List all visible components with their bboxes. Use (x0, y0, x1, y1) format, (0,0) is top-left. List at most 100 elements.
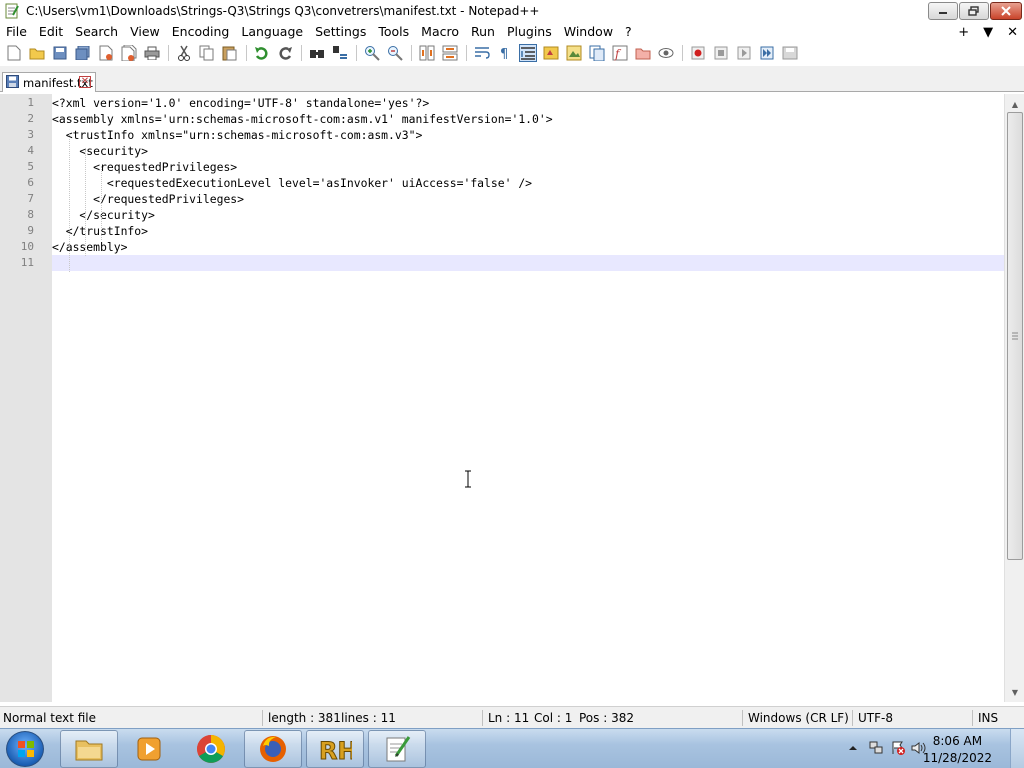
maximize-button[interactable] (959, 2, 989, 20)
network-icon[interactable] (868, 740, 884, 759)
function-list-icon[interactable]: f (611, 44, 629, 62)
line-number: 10 (20, 240, 34, 253)
record-macro-icon[interactable] (689, 44, 707, 62)
media-player-icon[interactable] (120, 730, 178, 768)
toolbar-separator (356, 45, 357, 61)
status-encoding[interactable]: UTF-8 (858, 711, 893, 725)
line-number: 1 (27, 96, 34, 109)
tab-list-button[interactable]: ▼ (983, 25, 993, 40)
run-macro-multiple-icon[interactable] (758, 44, 776, 62)
word-wrap-icon[interactable] (473, 44, 491, 62)
show-all-characters-icon[interactable]: ¶ (496, 44, 514, 62)
save-macro-icon[interactable] (781, 44, 799, 62)
status-divider (742, 710, 743, 726)
menu-bar: File Edit Search View Encoding Language … (0, 22, 1024, 42)
clock[interactable]: 8:06 AM 11/28/2022 (923, 733, 992, 767)
menu-macro[interactable]: Macro (415, 22, 465, 42)
zoom-out-icon[interactable] (386, 44, 404, 62)
editor[interactable]: 1 2 3 4 5 6 7 8 9 10 11 <?xml version='1… (0, 94, 1024, 702)
menu-edit[interactable]: Edit (33, 22, 69, 42)
save-icon (6, 74, 19, 91)
rh-app-icon[interactable]: RH (306, 730, 364, 768)
scrollbar-thumb[interactable] (1007, 112, 1023, 560)
menu-window[interactable]: Window (558, 22, 619, 42)
toolbar-separator (246, 45, 247, 61)
print-icon[interactable] (143, 44, 161, 62)
code-line: <requestedExecutionLevel level='asInvoke… (52, 176, 533, 190)
copy-icon[interactable] (198, 44, 216, 62)
cut-icon[interactable] (175, 44, 193, 62)
new-tab-button[interactable]: + (958, 25, 969, 40)
status-lines: lines : 11 (341, 711, 396, 725)
sync-vertical-icon[interactable] (418, 44, 436, 62)
menu-encoding[interactable]: Encoding (166, 22, 236, 42)
redo-icon[interactable] (276, 44, 294, 62)
indent-guide-icon[interactable] (519, 44, 537, 62)
current-line-highlight (52, 255, 1004, 271)
toolbar: ¶ f (0, 42, 1024, 64)
show-hidden-icons-icon[interactable] (848, 742, 858, 756)
notepad-plus-plus-icon[interactable] (368, 730, 426, 768)
open-file-icon[interactable] (28, 44, 46, 62)
code-line: <requestedPrivileges> (52, 160, 238, 174)
tab-manifest-txt[interactable]: manifest.txt ✕ (2, 72, 96, 92)
status-divider (262, 710, 263, 726)
firefox-icon[interactable] (244, 730, 302, 768)
taskbar: RH 8:06 AM 11/28/2022 (0, 728, 1024, 768)
document-list-icon[interactable] (588, 44, 606, 62)
window-title: C:\Users\vm1\Downloads\Strings-Q3\String… (26, 4, 540, 18)
status-line-number: Ln : 11 (488, 711, 530, 725)
menu-settings[interactable]: Settings (309, 22, 372, 42)
file-explorer-icon[interactable] (60, 730, 118, 768)
close-window-button[interactable] (990, 2, 1022, 20)
code-line: <assembly xmlns='urn:schemas-microsoft-c… (52, 112, 553, 126)
action-center-icon[interactable] (890, 740, 906, 759)
close-all-icon[interactable] (120, 44, 138, 62)
menu-language[interactable]: Language (235, 22, 309, 42)
menu-view[interactable]: View (124, 22, 166, 42)
play-macro-icon[interactable] (735, 44, 753, 62)
chrome-icon[interactable] (182, 730, 240, 768)
save-icon[interactable] (51, 44, 69, 62)
new-file-icon[interactable] (5, 44, 23, 62)
notepad-plus-plus-icon (4, 3, 20, 19)
vertical-scrollbar[interactable]: ▲ ▼ (1004, 94, 1024, 702)
minimize-button[interactable] (928, 2, 958, 20)
code-area[interactable]: <?xml version='1.0' encoding='UTF-8' sta… (52, 94, 1004, 702)
sync-horizontal-icon[interactable] (441, 44, 459, 62)
stop-recording-icon[interactable] (712, 44, 730, 62)
find-icon[interactable] (308, 44, 326, 62)
document-map-icon[interactable] (565, 44, 583, 62)
start-button[interactable] (6, 731, 44, 767)
svg-text:¶: ¶ (500, 47, 508, 60)
zoom-in-icon[interactable] (363, 44, 381, 62)
paste-icon[interactable] (221, 44, 239, 62)
menu-plugins[interactable]: Plugins (501, 22, 558, 42)
menu-search[interactable]: Search (69, 22, 124, 42)
show-desktop-button[interactable] (1010, 729, 1024, 768)
status-insert-mode[interactable]: INS (978, 711, 998, 725)
status-eol-format[interactable]: Windows (CR LF) (748, 711, 849, 725)
folder-as-workspace-icon[interactable] (634, 44, 652, 62)
close-icon[interactable] (97, 44, 115, 62)
system-tray: 8:06 AM 11/28/2022 (834, 729, 1024, 768)
close-document-button[interactable]: ✕ (1007, 25, 1018, 40)
save-all-icon[interactable] (74, 44, 92, 62)
toolbar-separator (682, 45, 683, 61)
menu-tools[interactable]: Tools (372, 22, 415, 42)
code-line: </assembly> (52, 240, 128, 254)
menu-file[interactable]: File (0, 22, 33, 42)
undo-icon[interactable] (253, 44, 271, 62)
menu-help[interactable]: ? (619, 22, 638, 42)
monitoring-icon[interactable] (657, 44, 675, 62)
scroll-up-icon[interactable]: ▲ (1009, 98, 1021, 110)
menu-run[interactable]: Run (465, 22, 501, 42)
line-number: 8 (27, 208, 34, 221)
indent-guide (69, 134, 70, 272)
toolbar-separator (301, 45, 302, 61)
replace-icon[interactable] (331, 44, 349, 62)
toolbar-separator (411, 45, 412, 61)
scroll-down-icon[interactable]: ▼ (1009, 686, 1021, 698)
user-defined-language-icon[interactable] (542, 44, 560, 62)
tab-close-icon[interactable]: ✕ (79, 76, 91, 88)
